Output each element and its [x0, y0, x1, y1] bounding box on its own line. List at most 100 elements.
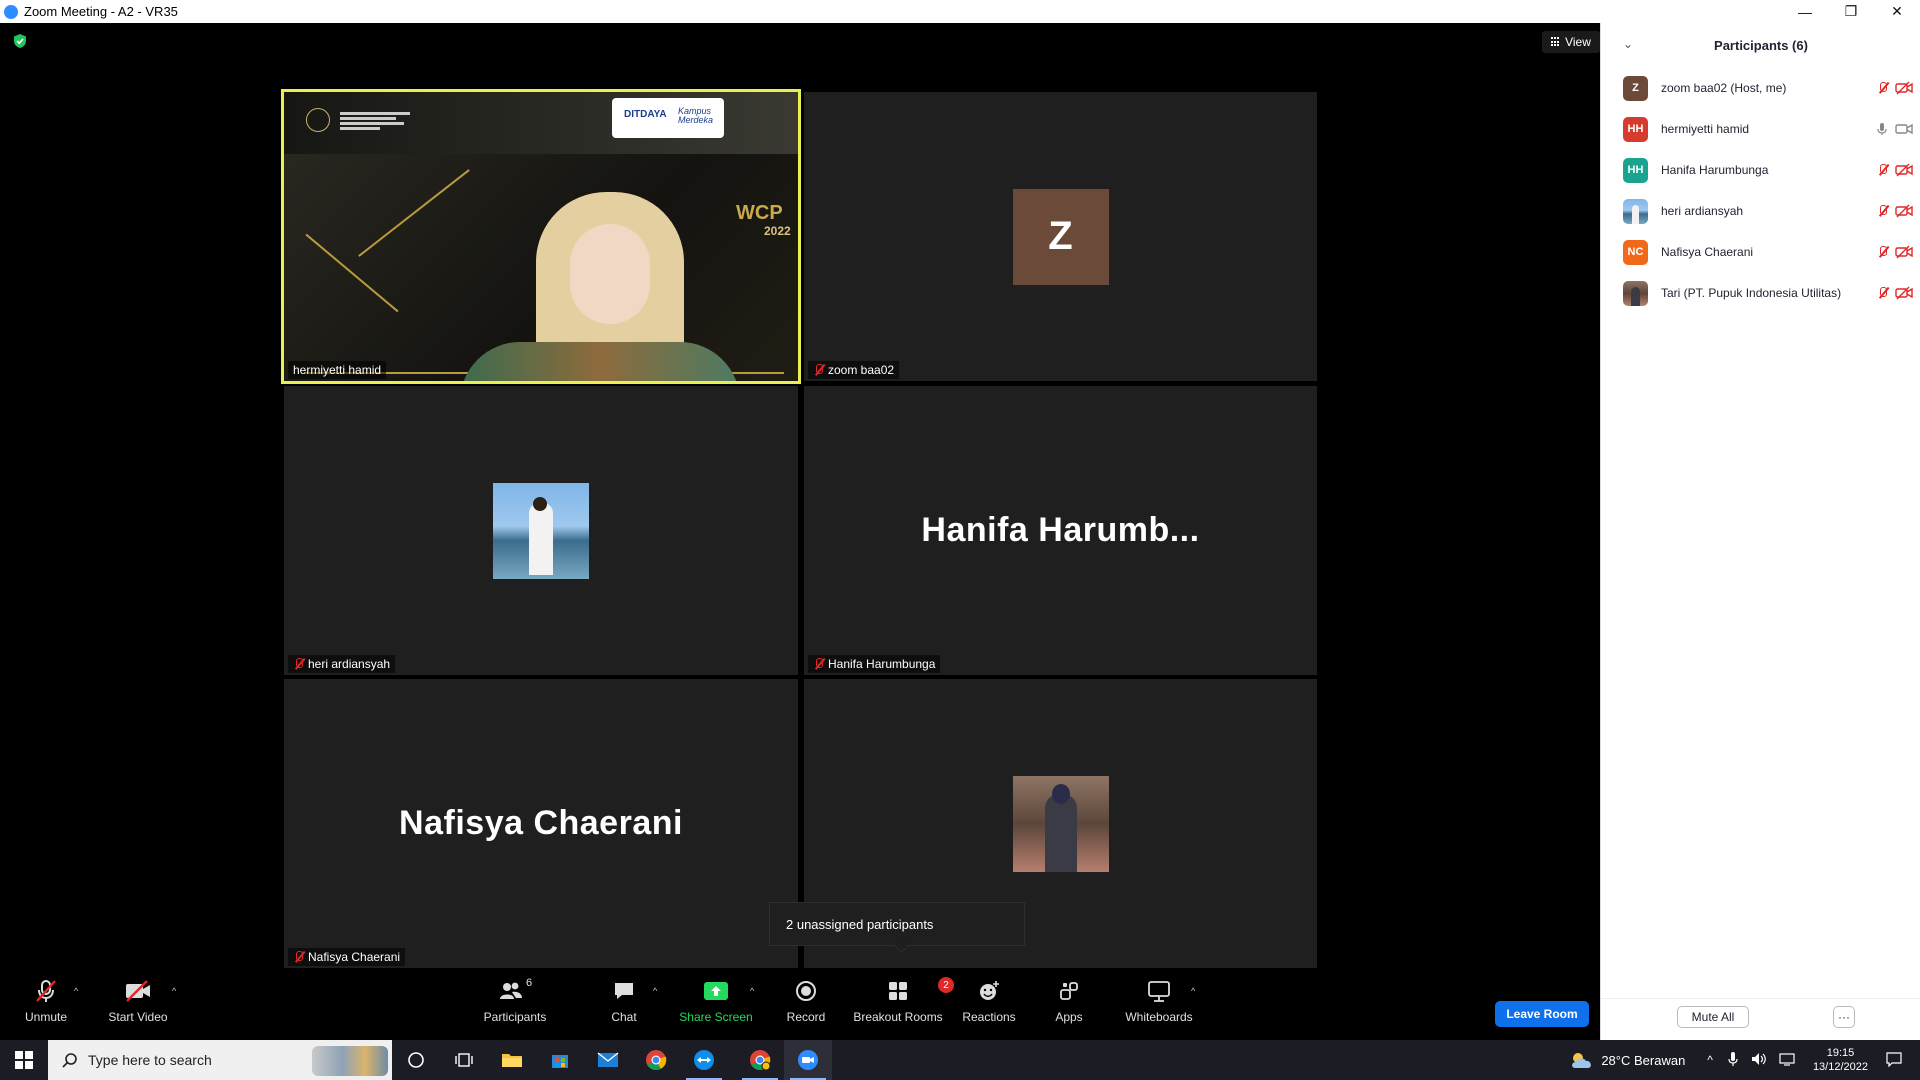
participant-display-name: Nafisya Chaerani	[399, 804, 683, 842]
participant-row[interactable]: NC Nafisya Chaerani	[1623, 232, 1913, 272]
breakout-rooms-button[interactable]: 2 Breakout Rooms	[852, 976, 954, 1036]
participants-panel: ⌄ Participants (6) Z zoom baa02 (Host, m…	[1600, 23, 1920, 1040]
start-button[interactable]	[0, 1040, 48, 1080]
participants-icon	[499, 982, 522, 999]
participant-avatar: Z	[1012, 188, 1109, 285]
participant-display-name: Hanifa Harumb...	[921, 511, 1200, 549]
windows-taskbar: Type here to search 28°C Berawan ^ 19:15…	[0, 1040, 1920, 1080]
meeting-toolbar: Unmute ^ Start Video ^ 6 Participants Ch…	[0, 968, 1600, 1040]
restore-button[interactable]: ❐	[1828, 0, 1874, 23]
participant-avatar: HH	[1623, 157, 1648, 183]
mic-muted-icon[interactable]	[1873, 284, 1891, 302]
participants-button[interactable]: 6 Participants	[480, 976, 550, 1036]
cloudy-weather-icon	[1572, 1053, 1592, 1068]
video-tile-hanifa[interactable]: Hanifa Harumb... Hanifa Harumbunga	[804, 386, 1317, 675]
chat-options-chevron-icon[interactable]: ^	[653, 986, 657, 996]
share-screen-button[interactable]: Share Screen	[678, 976, 754, 1036]
more-options-button[interactable]: ···	[1833, 1006, 1855, 1028]
leave-room-button[interactable]: Leave Room	[1495, 1001, 1589, 1027]
task-view-icon	[455, 1053, 473, 1067]
chrome-profile-button[interactable]	[736, 1040, 784, 1080]
mail-button[interactable]	[584, 1040, 632, 1080]
mic-muted-icon[interactable]	[1873, 243, 1891, 261]
video-tile-zoom-baa02[interactable]: Z zoom baa02	[804, 92, 1317, 381]
video-options-chevron-icon[interactable]: ^	[172, 986, 176, 996]
clock[interactable]: 19:15 13/12/2022	[1813, 1046, 1868, 1074]
store-button[interactable]	[536, 1040, 584, 1080]
participant-row[interactable]: HH hermiyetti hamid	[1623, 109, 1913, 149]
network-icon[interactable]	[1779, 1052, 1797, 1069]
view-button[interactable]: View	[1542, 31, 1600, 53]
mic-off-icon	[293, 658, 304, 670]
participant-row[interactable]: HH Hanifa Harumbunga	[1623, 150, 1913, 190]
weather-widget[interactable]: 28°C Berawan	[1569, 1050, 1685, 1070]
mic-on-icon[interactable]	[1873, 120, 1891, 138]
video-off-icon[interactable]	[1895, 79, 1913, 97]
chrome-button[interactable]	[632, 1040, 680, 1080]
participant-photo	[1012, 775, 1109, 872]
participant-name-tag: zoom baa02	[808, 361, 900, 379]
participant-avatar	[1623, 198, 1648, 224]
whiteboard-options-chevron-icon[interactable]: ^	[1191, 986, 1195, 996]
participant-row[interactable]: Z zoom baa02 (Host, me)	[1623, 68, 1913, 108]
video-tile-heri[interactable]: heri ardiansyah	[284, 386, 798, 675]
teamviewer-button[interactable]	[680, 1040, 728, 1080]
zoom-taskbar-button[interactable]	[784, 1040, 832, 1080]
breakout-rooms-icon	[889, 982, 907, 1000]
share-options-chevron-icon[interactable]: ^	[750, 986, 754, 996]
microphone-tray-icon[interactable]	[1727, 1051, 1739, 1070]
mic-muted-icon[interactable]	[1873, 161, 1891, 179]
participant-row[interactable]: Tari (PT. Pupuk Indonesia Utilitas)	[1623, 273, 1913, 313]
reactions-icon	[980, 981, 999, 1000]
ministry-seal-icon	[306, 108, 330, 132]
mic-off-icon	[813, 658, 824, 670]
reactions-button[interactable]: Reactions	[962, 976, 1016, 1036]
task-view-button[interactable]	[440, 1040, 488, 1080]
participant-name-tag: Nafisya Chaerani	[288, 948, 406, 966]
chrome-icon	[646, 1050, 667, 1071]
participant-row[interactable]: heri ardiansyah	[1623, 191, 1913, 231]
notification-center-icon[interactable]	[1886, 1051, 1902, 1070]
cortana-button[interactable]	[392, 1040, 440, 1080]
video-tile-nafisya[interactable]: Nafisya Chaerani Nafisya Chaerani	[284, 679, 798, 968]
breakout-badge: 2	[938, 977, 954, 993]
mute-all-button[interactable]: Mute All	[1677, 1006, 1749, 1028]
video-on-icon[interactable]	[1895, 120, 1913, 138]
video-off-icon[interactable]	[1895, 161, 1913, 179]
start-video-button[interactable]: Start Video	[106, 976, 170, 1036]
window-title: Zoom Meeting - A2 - VR35	[24, 4, 178, 19]
video-off-icon[interactable]	[1895, 243, 1913, 261]
taskbar-search-box[interactable]: Type here to search	[48, 1040, 392, 1080]
participant-avatar: NC	[1623, 239, 1648, 265]
show-hidden-icons-chevron-icon[interactable]: ^	[1707, 1053, 1713, 1067]
chrome-profile-icon	[750, 1050, 771, 1071]
chat-button[interactable]: Chat	[606, 976, 642, 1036]
mic-muted-icon[interactable]	[1873, 79, 1891, 97]
chat-icon	[615, 983, 633, 999]
mic-off-icon	[813, 364, 824, 376]
apps-icon	[1060, 982, 1078, 1000]
video-off-icon[interactable]	[1895, 202, 1913, 220]
whiteboards-button[interactable]: Whiteboards	[1124, 976, 1194, 1036]
minimize-button[interactable]: —	[1782, 0, 1828, 23]
volume-icon[interactable]	[1751, 1052, 1767, 1069]
wcp-logo-text: WCP	[736, 202, 783, 224]
video-tile-hermiyetti[interactable]: DITDAYA Kampus Merdeka WCP 2022 hermiyet…	[281, 89, 801, 384]
file-explorer-button[interactable]	[488, 1040, 536, 1080]
whiteboard-icon	[1148, 981, 1170, 1002]
close-button[interactable]: ✕	[1874, 0, 1920, 23]
apps-button[interactable]: Apps	[1054, 976, 1084, 1036]
video-off-icon[interactable]	[1895, 284, 1913, 302]
record-button[interactable]: Record	[784, 976, 828, 1036]
wcp-year-text: 2022	[764, 224, 791, 238]
mic-muted-icon[interactable]	[1873, 202, 1891, 220]
search-icon	[62, 1053, 77, 1068]
unmute-button[interactable]: Unmute	[20, 976, 72, 1036]
participant-avatar: Z	[1623, 75, 1648, 101]
security-shield-icon[interactable]	[12, 33, 28, 49]
search-placeholder: Type here to search	[88, 1052, 212, 1068]
unassigned-participants-toast[interactable]: 2 unassigned participants	[769, 902, 1025, 946]
grid-icon	[1551, 37, 1561, 47]
participant-photo	[493, 482, 589, 579]
audio-options-chevron-icon[interactable]: ^	[74, 986, 78, 996]
